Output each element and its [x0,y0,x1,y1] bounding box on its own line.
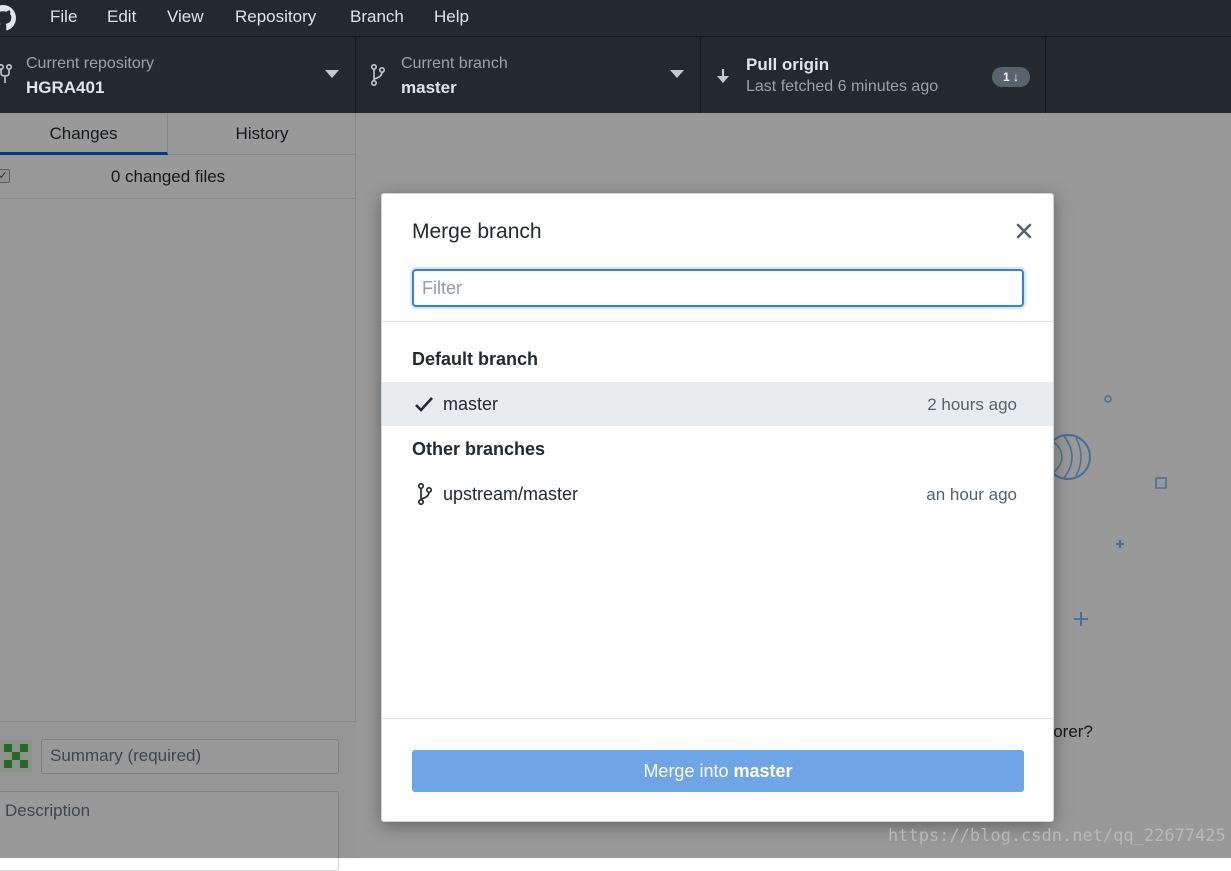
merge-button-prefix: Merge into [643,761,729,781]
branch-item-master[interactable]: master 2 hours ago [382,382,1053,426]
menu-repository[interactable]: Repository [235,0,316,36]
github-logo-icon [0,5,16,31]
branch-name: upstream/master [443,484,579,504]
check-icon [415,397,433,412]
pull-origin-label: Pull origin [746,55,830,74]
last-fetched-text: Last fetched 6 minutes ago [746,78,939,95]
arrow-down-icon [717,69,729,83]
current-repository-name: HGRA401 [26,78,105,97]
branch-time: 2 hours ago [927,395,1017,414]
current-repository-label: Current repository [26,55,155,72]
chevron-down-icon [325,70,339,78]
other-branches-heading: Other branches [412,439,546,459]
filter-input[interactable] [412,269,1024,307]
watermark-text: https://blog.csdn.net/qq_22677425 [888,826,1226,846]
divider [382,718,1053,719]
divider [382,321,1053,322]
menu-branch[interactable]: Branch [350,0,404,36]
branch-time: an hour ago [926,485,1017,504]
current-branch-button[interactable]: Current branch master [356,37,701,113]
pull-count-badge: 1 ↓ [992,67,1030,87]
dialog-title: Merge branch [412,220,542,243]
default-branch-heading: Default branch [412,349,539,369]
menu-help[interactable]: Help [434,0,469,36]
branch-icon [417,483,433,505]
current-branch-label: Current branch [401,55,508,72]
pull-count: 1 [1002,70,1010,84]
toolbar: Current repository HGRA401 Current branc… [0,36,1231,113]
current-repository-button[interactable]: Current repository HGRA401 [0,37,356,113]
close-icon [1016,223,1032,239]
close-button[interactable] [1009,216,1039,246]
merge-button[interactable]: Merge into master [412,750,1024,792]
chevron-down-icon [670,70,684,78]
menu-view[interactable]: View [167,0,204,36]
repo-icon [0,64,12,83]
current-branch-name: master [401,78,457,97]
menu-edit[interactable]: Edit [107,0,136,36]
menu-bar: File Edit View Repository Branch Help [0,0,1231,36]
merge-branch-dialog: Merge branch Default branch master 2 hou… [381,193,1054,822]
branch-icon [371,64,385,86]
branch-name: master [443,394,499,414]
menu-file[interactable]: File [50,0,77,36]
branch-item-upstream-master[interactable]: upstream/master an hour ago [382,472,1053,516]
merge-button-branch: master [733,761,793,781]
